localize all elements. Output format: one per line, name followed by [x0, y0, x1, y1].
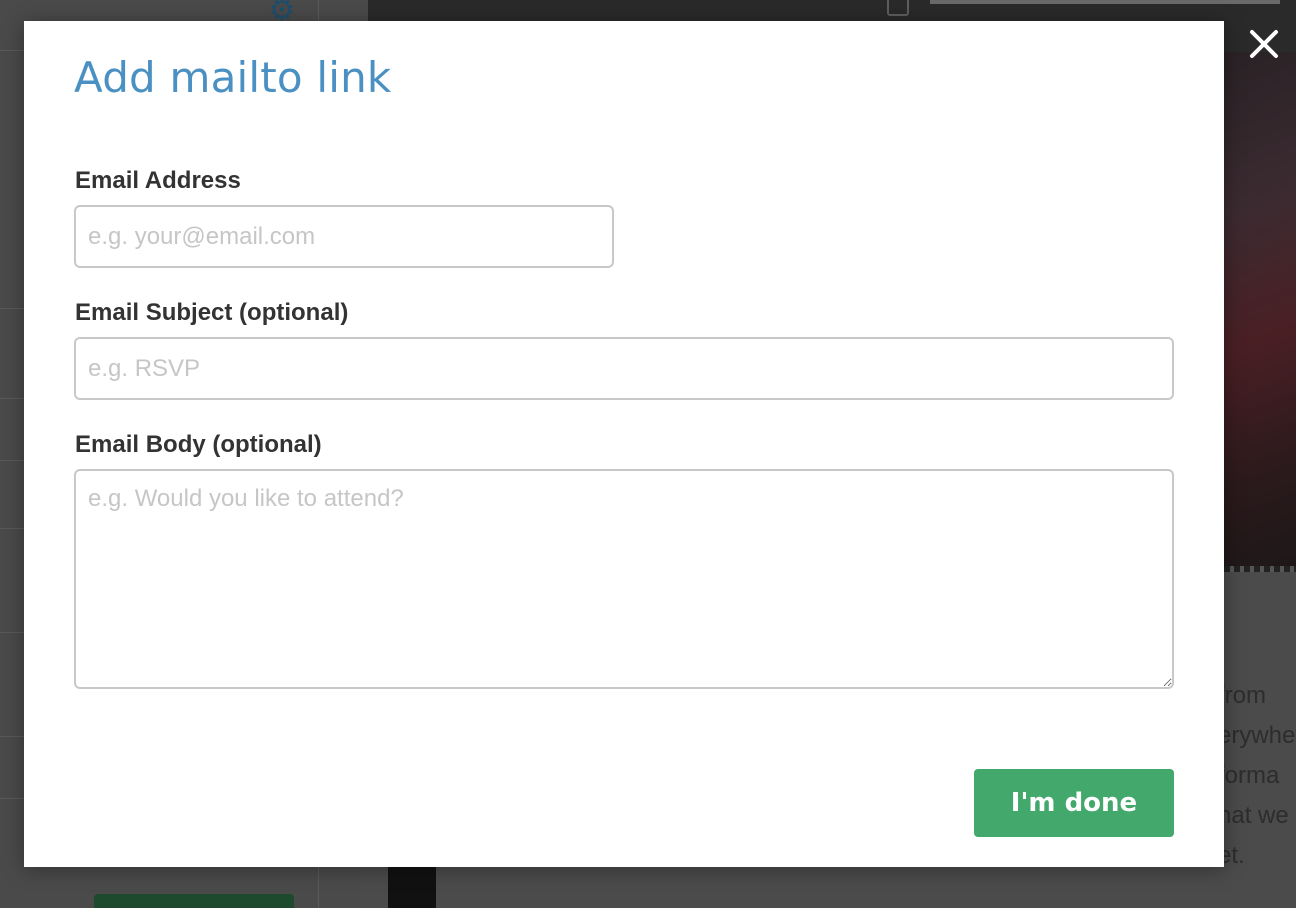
dialog-title: Add mailto link [74, 53, 392, 102]
email-address-label: Email Address [75, 167, 241, 194]
close-button[interactable] [1244, 24, 1284, 64]
mailto-dialog: Add mailto link Email Address Email Subj… [24, 21, 1224, 867]
close-icon [1250, 30, 1278, 58]
mobile-preview-icon [887, 0, 909, 16]
email-body-textarea[interactable] [74, 469, 1174, 689]
email-subject-label: Email Subject (optional) [75, 299, 349, 326]
background-strip [388, 866, 436, 908]
background-text-line: et. [1218, 842, 1245, 869]
done-button[interactable]: I'm done [974, 769, 1174, 837]
email-address-input[interactable] [74, 205, 614, 268]
background-body-text: from erywhe forma hat we et. [1218, 676, 1296, 876]
background-text-line: hat we [1218, 802, 1289, 829]
background-photo [1224, 52, 1296, 572]
background-slider [930, 0, 1280, 4]
background-green-button [94, 894, 294, 908]
email-subject-input[interactable] [74, 337, 1174, 400]
background-text-line: erywhe [1218, 722, 1296, 749]
background-photo-edge [1224, 566, 1296, 572]
email-body-label: Email Body (optional) [75, 431, 322, 458]
background-text-line: forma [1218, 762, 1280, 789]
background-text-line: from [1218, 682, 1266, 709]
